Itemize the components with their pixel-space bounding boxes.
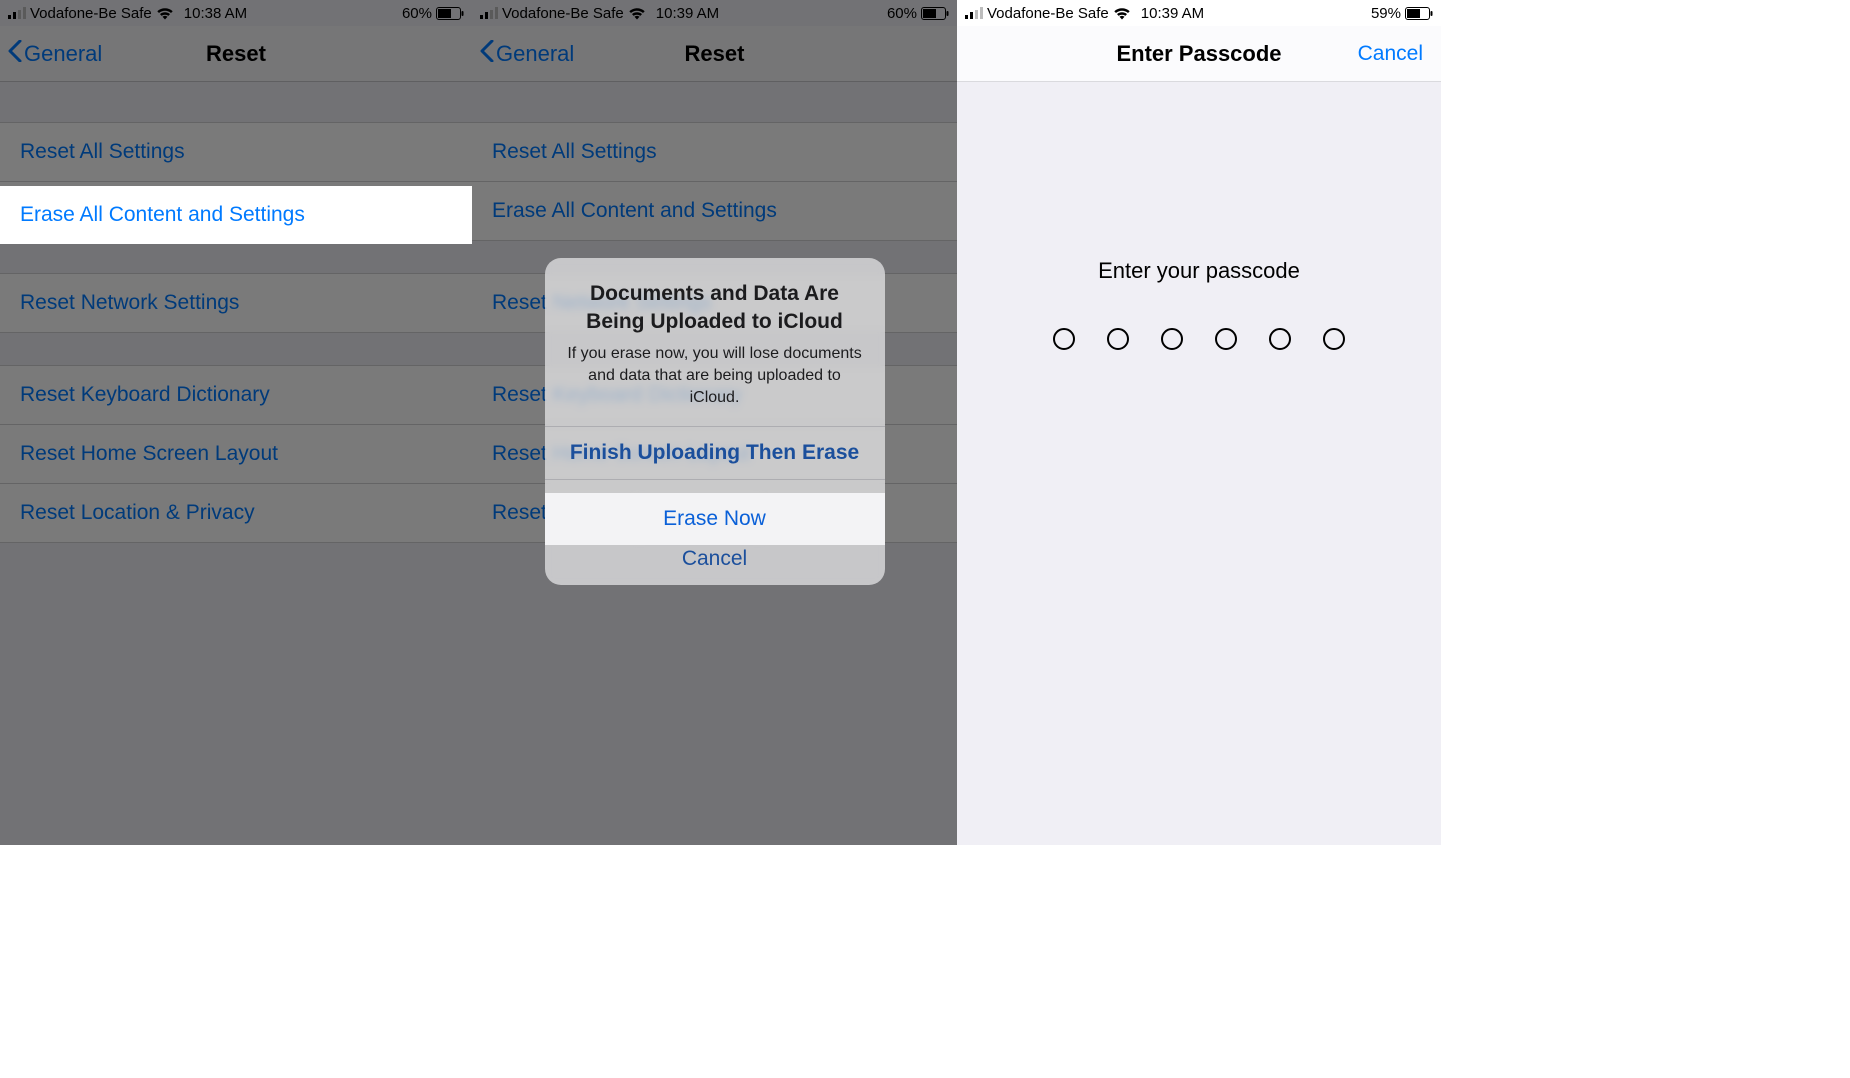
passcode-dot — [1053, 328, 1075, 350]
battery-icon — [436, 7, 464, 20]
wifi-icon — [156, 7, 174, 20]
wifi-icon — [628, 7, 646, 20]
nav-bar: Enter Passcode Cancel — [957, 26, 1441, 82]
status-bar: Vodafone-Be Safe 10:39 AM 59% — [957, 0, 1441, 26]
passcode-dot — [1269, 328, 1291, 350]
battery-icon — [921, 7, 949, 20]
passcode-dots[interactable] — [1053, 328, 1345, 350]
finish-uploading-button[interactable]: Finish Uploading Then Erase — [545, 426, 885, 479]
passcode-dot — [1107, 328, 1129, 350]
clock-label: 10:39 AM — [1141, 5, 1204, 22]
passcode-dot — [1215, 328, 1237, 350]
carrier-label: Vodafone-Be Safe — [30, 5, 152, 22]
passcode-body: Enter your passcode — [957, 82, 1441, 845]
nav-bar: General Reset — [0, 26, 472, 82]
carrier-label: Vodafone-Be Safe — [987, 5, 1109, 22]
battery-percent-label: 60% — [887, 5, 917, 22]
cellular-signal-icon — [480, 7, 498, 19]
screen-reset-erase-highlight: Vodafone-Be Safe 10:38 AM 60% General — [0, 0, 472, 845]
back-label: General — [24, 41, 102, 67]
battery-icon — [1405, 7, 1433, 20]
cellular-signal-icon — [8, 7, 26, 19]
reset-network-row[interactable]: Reset Network Settings — [0, 273, 472, 333]
erase-all-content-row[interactable]: Erase All Content and Settings — [472, 182, 957, 241]
erase-all-content-row-highlighted[interactable]: Erase All Content and Settings — [0, 186, 472, 244]
status-bar: Vodafone-Be Safe 10:38 AM 60% — [0, 0, 472, 26]
alert-title: Documents and Data Are Being Uploaded to… — [563, 280, 867, 337]
chevron-left-icon — [480, 40, 494, 68]
back-button[interactable]: General — [8, 40, 102, 68]
passcode-dot — [1161, 328, 1183, 350]
back-button[interactable]: General — [480, 40, 574, 68]
nav-title: Enter Passcode — [1116, 41, 1281, 67]
cellular-signal-icon — [965, 7, 983, 19]
clock-label: 10:39 AM — [656, 5, 719, 22]
nav-bar: General Reset — [472, 26, 957, 82]
clock-label: 10:38 AM — [184, 5, 247, 22]
passcode-dot — [1323, 328, 1345, 350]
screen-enter-passcode: Vodafone-Be Safe 10:39 AM 59% Enter Pass… — [957, 0, 1441, 845]
cancel-button[interactable]: Cancel — [1358, 42, 1423, 66]
screen-reset-alert: Vodafone-Be Safe 10:39 AM 60% General — [472, 0, 957, 845]
status-bar: Vodafone-Be Safe 10:39 AM 60% — [472, 0, 957, 26]
reset-all-settings-row[interactable]: Reset All Settings — [472, 122, 957, 182]
wifi-icon — [1113, 7, 1131, 20]
reset-all-settings-row[interactable]: Reset All Settings — [0, 122, 472, 182]
chevron-left-icon — [8, 40, 22, 68]
reset-keyboard-row[interactable]: Reset Keyboard Dictionary — [0, 365, 472, 425]
battery-percent-label: 59% — [1371, 5, 1401, 22]
nav-title: Reset — [206, 41, 266, 67]
alert-message: If you erase now, you will lose document… — [563, 343, 867, 410]
reset-location-row[interactable]: Reset Location & Privacy — [0, 484, 472, 543]
carrier-label: Vodafone-Be Safe — [502, 5, 624, 22]
passcode-prompt: Enter your passcode — [1098, 258, 1300, 284]
battery-percent-label: 60% — [402, 5, 432, 22]
back-label: General — [496, 41, 574, 67]
erase-now-button[interactable]: Erase Now — [545, 493, 885, 545]
reset-home-row[interactable]: Reset Home Screen Layout — [0, 425, 472, 484]
nav-title: Reset — [685, 41, 745, 67]
